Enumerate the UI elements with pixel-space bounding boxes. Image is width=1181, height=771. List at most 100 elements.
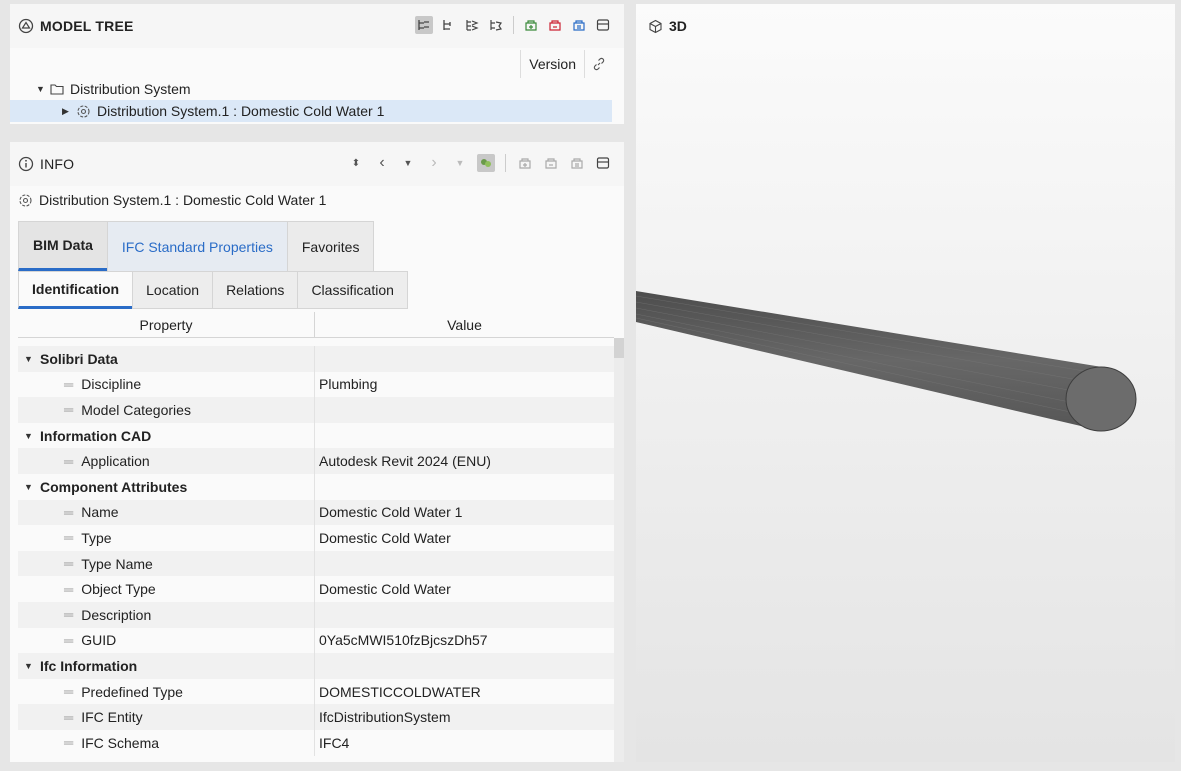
expand-down-icon[interactable]: ▼	[24, 431, 36, 441]
property-value: IFC4	[319, 734, 350, 751]
property-row[interactable]: ═ Application Autodesk Revit 2024 (ENU)	[18, 448, 614, 474]
set-basket-icon[interactable]	[570, 16, 588, 34]
tree-row-distribution-system-1[interactable]: ▶ Distribution System.1 : Domestic Cold …	[10, 100, 612, 122]
maximize-panel-icon[interactable]	[594, 154, 612, 172]
drag-handle-icon[interactable]: ═	[64, 505, 73, 520]
property-table: ▼ Solibri Data ═ Discipline Plumbing ═ Model C…	[18, 346, 614, 756]
model-tree-panel: MODEL TREE Version ▼ Distribution System…	[10, 4, 624, 124]
tab-favorites[interactable]: Favorites	[286, 221, 375, 271]
sort-icon[interactable]: ⬍	[347, 154, 365, 172]
property-name-cell: ▼ Ifc Information	[18, 653, 315, 679]
property-label: Ifc Information	[40, 657, 138, 674]
property-row[interactable]: ═ Description	[18, 601, 614, 628]
drag-handle-icon[interactable]: ═	[64, 633, 73, 648]
scrollbar-thumb[interactable]	[614, 338, 624, 358]
property-value: Domestic Cold Water	[319, 529, 451, 546]
version-column-header[interactable]: Version	[520, 50, 584, 78]
tab-ifc-standard-properties[interactable]: IFC Standard Properties	[106, 221, 288, 271]
property-value: 0Ya5cMWI510fzBjcszDh57	[319, 632, 488, 649]
property-row[interactable]: ═ GUID 0Ya5cMWI510fzBjcszDh57	[18, 627, 614, 654]
drag-handle-icon[interactable]: ═	[64, 607, 73, 622]
property-group-row[interactable]: ▼ Information CAD	[18, 422, 614, 449]
link-icon[interactable]	[584, 50, 612, 78]
model-tree-toolbar	[415, 16, 612, 34]
tree-layers-icon[interactable]	[463, 16, 481, 34]
property-group-row[interactable]: ▼ Solibri Data	[18, 346, 614, 372]
property-row[interactable]: ═ Object Type Domestic Cold Water	[18, 576, 614, 602]
expand-right-icon[interactable]: ▶	[62, 106, 74, 117]
property-name-cell: ═ Type	[18, 525, 315, 551]
back-icon[interactable]: ‹	[373, 154, 391, 172]
subtab-identification[interactable]: Identification	[18, 271, 134, 309]
subtab-relations[interactable]: Relations	[212, 271, 299, 309]
info-subtabs: Identification Location Relations Classi…	[18, 271, 408, 309]
property-row[interactable]: ═ Name Domestic Cold Water 1	[18, 499, 614, 526]
subtab-classification[interactable]: Classification	[297, 271, 408, 309]
property-name-cell: ▼ Information CAD	[18, 422, 315, 449]
property-row[interactable]: ═ IFC Entity IfcDistributionSystem	[18, 704, 614, 730]
property-label: Type	[81, 529, 112, 546]
tree-types-icon[interactable]	[487, 16, 505, 34]
property-scrollbar[interactable]	[614, 338, 624, 762]
tree-row-distribution-system[interactable]: ▼ Distribution System	[10, 78, 612, 100]
property-name-cell: ═ GUID	[18, 627, 315, 654]
drag-handle-icon[interactable]: ═	[64, 582, 73, 597]
property-value: IfcDistributionSystem	[319, 709, 451, 726]
property-row[interactable]: ═ Type Name	[18, 550, 614, 577]
expand-down-icon[interactable]: ▼	[36, 84, 48, 94]
remove-from-basket-icon[interactable]	[546, 16, 564, 34]
subtab-location[interactable]: Location	[132, 271, 214, 309]
drag-handle-icon[interactable]: ═	[64, 530, 73, 545]
value-column-header[interactable]: Value	[315, 312, 614, 337]
tree-row-label: Distribution System.1 : Domestic Cold Wa…	[97, 103, 385, 119]
add-to-basket-icon[interactable]	[522, 16, 540, 34]
drag-handle-icon[interactable]: ═	[64, 684, 73, 699]
expand-down-icon[interactable]: ▼	[24, 354, 36, 364]
toolbar-divider	[505, 154, 506, 172]
property-row[interactable]: ═ Discipline Plumbing	[18, 371, 614, 398]
property-label: Description	[81, 606, 152, 623]
property-column-header[interactable]: Property	[18, 312, 315, 337]
property-group-row[interactable]: ▼ Ifc Information	[18, 653, 614, 679]
tree-hierarchy-icon[interactable]	[415, 16, 433, 34]
drag-handle-icon[interactable]: ═	[64, 454, 73, 469]
info-title: INFO	[40, 156, 75, 172]
expand-down-icon[interactable]: ▼	[24, 661, 36, 671]
property-name-cell: ═ Application	[18, 448, 315, 474]
drag-handle-icon[interactable]: ═	[64, 710, 73, 725]
property-value: Autodesk Revit 2024 (ENU)	[319, 453, 491, 470]
tree-spatial-icon[interactable]	[439, 16, 457, 34]
add-to-basket-icon[interactable]	[516, 154, 534, 172]
maximize-panel-icon[interactable]	[594, 16, 612, 34]
expand-down-icon[interactable]: ▼	[24, 482, 36, 492]
property-label: GUID	[81, 632, 117, 649]
3d-viewport[interactable]: 3D	[636, 4, 1175, 762]
property-group-row[interactable]: ▼ Component Attributes	[18, 473, 614, 500]
property-name-cell: ═ Predefined Type	[18, 678, 315, 705]
property-value: Domestic Cold Water 1	[319, 504, 463, 521]
history-dropdown-icon[interactable]: ▼	[399, 154, 417, 172]
tree-row-label: Distribution System	[70, 81, 191, 97]
property-row[interactable]: ═ Type Domestic Cold Water	[18, 525, 614, 551]
property-row[interactable]: ═ Predefined Type DOMESTICCOLDWATER	[18, 678, 614, 705]
drag-handle-icon[interactable]: ═	[64, 735, 73, 750]
forward-icon[interactable]: ›	[425, 154, 443, 172]
property-label: IFC Entity	[81, 709, 143, 726]
set-basket-icon[interactable]	[568, 154, 586, 172]
property-label: Object Type	[81, 581, 156, 598]
property-name-cell: ═ Model Categories	[18, 397, 315, 423]
property-value: DOMESTICCOLDWATER	[319, 683, 481, 700]
show-components-icon[interactable]	[477, 154, 495, 172]
drag-handle-icon[interactable]: ═	[64, 556, 73, 571]
selected-object-title: Distribution System.1 : Domestic Cold Wa…	[18, 188, 326, 212]
drag-handle-icon[interactable]: ═	[64, 402, 73, 417]
tab-bim-data[interactable]: BIM Data	[18, 221, 108, 271]
property-label: Predefined Type	[81, 683, 183, 700]
pipe-model[interactable]	[636, 4, 1175, 762]
property-row[interactable]: ═ IFC Schema IFC4	[18, 729, 614, 756]
drag-handle-icon[interactable]: ═	[64, 377, 73, 392]
model-tree-title: MODEL TREE	[40, 18, 134, 34]
forward-dropdown-icon[interactable]: ▼	[451, 154, 469, 172]
property-row[interactable]: ═ Model Categories	[18, 397, 614, 423]
remove-from-basket-icon[interactable]	[542, 154, 560, 172]
